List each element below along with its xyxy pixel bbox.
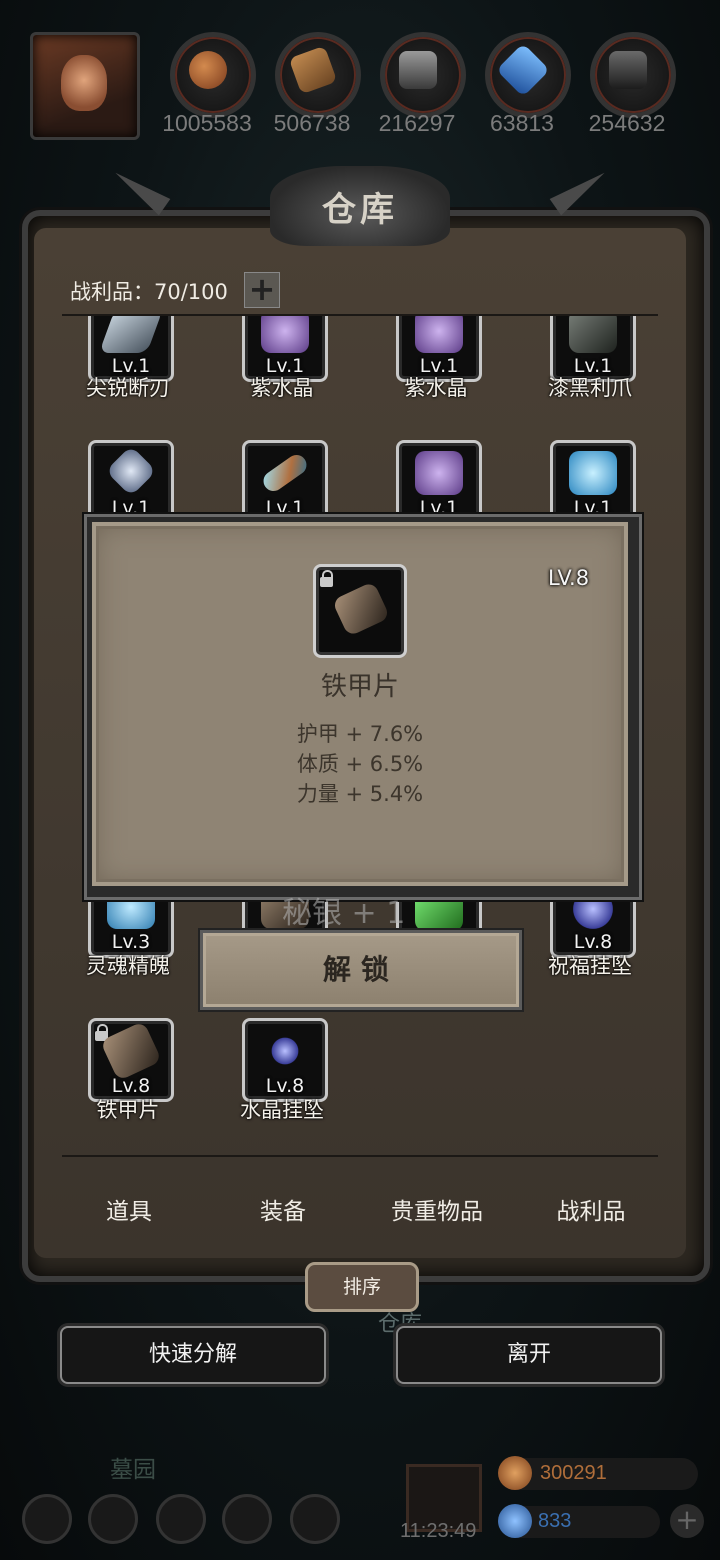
divider — [62, 1155, 658, 1157]
item-detail-name: 铁甲片 — [320, 672, 399, 702]
iron-count: 254632 — [588, 110, 666, 136]
wood-icon — [288, 45, 338, 95]
sort-button[interactable]: 排序 — [305, 1262, 419, 1312]
item-name: 铁甲片 — [96, 1098, 160, 1122]
timer: 11:23:49 — [400, 1520, 477, 1542]
iron-icon — [609, 51, 647, 89]
rune-icon — [105, 445, 157, 497]
stat-armor: 护甲 + 7.6% — [296, 722, 424, 746]
ice-crystal-icon — [569, 451, 617, 495]
gold-amount: 300291 — [540, 1462, 607, 1484]
stat-constitution: 体质 + 6.5% — [296, 752, 424, 776]
loot-capacity: 战利品：70/100 — [70, 280, 228, 304]
blade-icon — [98, 316, 164, 353]
item-name: 紫水晶 — [404, 376, 468, 400]
tab-equipment[interactable]: 装备 — [208, 1192, 358, 1226]
item-name: 祝福挂坠 — [548, 954, 632, 978]
gem-amount: 833 — [538, 1510, 572, 1532]
expand-capacity-button[interactable]: + — [244, 272, 280, 308]
lock-icon — [320, 570, 333, 587]
star-icon[interactable] — [88, 1494, 138, 1544]
item-slot[interactable]: Lv.1 — [396, 440, 482, 524]
selected-item-slot — [313, 564, 407, 658]
item-detail-level: LV.8 — [548, 566, 590, 590]
meat-count: 1005583 — [162, 110, 252, 136]
wood-count: 506738 — [273, 110, 351, 136]
frame-spike — [549, 164, 611, 216]
stone-icon — [399, 51, 437, 89]
item-slot[interactable]: Lv.1 — [242, 440, 328, 524]
leave-button[interactable]: 离开 — [396, 1326, 662, 1384]
item-name: 漆黑利爪 — [548, 376, 632, 400]
tab-valuables[interactable]: 贵重物品 — [362, 1192, 512, 1226]
gem-icon — [498, 1504, 532, 1538]
hammer-icon[interactable] — [290, 1494, 340, 1544]
amethyst-icon — [415, 316, 463, 353]
crystal-resource[interactable] — [485, 32, 571, 118]
stone-resource[interactable] — [380, 32, 466, 118]
crystal-count: 63813 — [490, 110, 554, 136]
stone-count: 216297 — [378, 110, 456, 136]
iron-resource[interactable] — [590, 32, 676, 118]
tab-items[interactable]: 道具 — [54, 1192, 204, 1226]
item-name: 尖锐断刃 — [86, 376, 170, 400]
settings-icon[interactable] — [22, 1494, 72, 1544]
armor-shard-icon — [331, 581, 391, 637]
amethyst-icon — [415, 451, 463, 495]
armor-shard-icon — [99, 1021, 163, 1082]
bone-icon — [259, 451, 311, 495]
item-slot[interactable]: Lv.1 — [550, 440, 636, 524]
claw-icon — [569, 316, 617, 353]
item-slot[interactable]: Lv.1 — [88, 440, 174, 524]
quick-decompose-button[interactable]: 快速分解 — [60, 1326, 326, 1384]
amethyst-icon — [261, 316, 309, 353]
item-name: 紫水晶 — [250, 376, 314, 400]
item-slot[interactable]: Lv.8 — [88, 1018, 174, 1102]
unlock-button[interactable]: 解锁 — [200, 930, 522, 1010]
tab-loot[interactable]: 战利品 — [516, 1192, 666, 1226]
item-name: 水晶挂坠 — [240, 1098, 324, 1122]
item-name: 灵魂精魄 — [86, 954, 170, 978]
dimmed-loot-text: 秘银 + 1 — [282, 896, 406, 931]
item-slot[interactable]: Lv.8 — [242, 1018, 328, 1102]
frame-spike — [109, 164, 171, 216]
crystal-icon — [496, 43, 550, 97]
pendant-icon — [261, 1029, 309, 1073]
panel-title: 仓库 — [322, 190, 398, 230]
castle-icon[interactable] — [156, 1494, 206, 1544]
stat-strength: 力量 + 5.4% — [296, 782, 424, 806]
gold-icon — [498, 1456, 532, 1490]
player-avatar[interactable] — [30, 32, 140, 140]
portrait-face — [61, 55, 107, 111]
location-label: 墓园 — [110, 1457, 156, 1483]
wood-resource[interactable] — [275, 32, 361, 118]
mail-icon[interactable] — [222, 1494, 272, 1544]
meat-resource[interactable] — [170, 32, 256, 118]
add-gems-icon[interactable]: + — [670, 1504, 704, 1538]
meat-icon — [189, 51, 227, 89]
